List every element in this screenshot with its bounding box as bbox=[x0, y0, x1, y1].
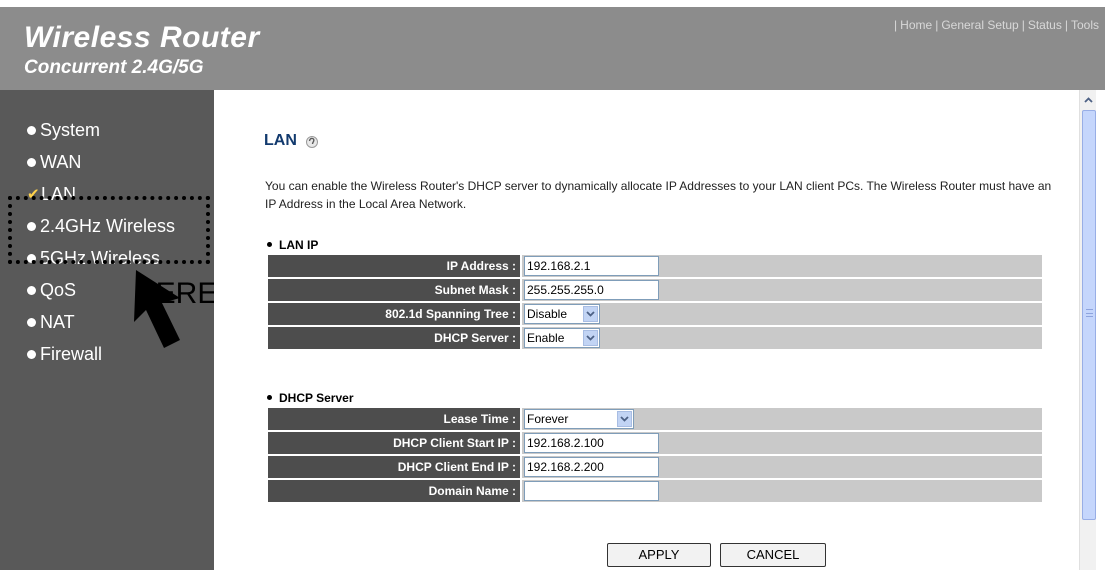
sidebar-item-lan[interactable]: ✔ LAN bbox=[27, 178, 175, 210]
here-annotation: HERE! bbox=[134, 277, 226, 310]
ip-address-label: IP Address : bbox=[268, 255, 520, 279]
grip-icon bbox=[1086, 309, 1093, 317]
form-row-dhcp-start-ip: DHCP Client Start IP : 192.168.2.100 bbox=[268, 432, 1042, 456]
sidebar-item-label: LAN bbox=[41, 183, 77, 204]
sidebar-item-label: 5GHz Wireless bbox=[40, 247, 161, 268]
dhcp-start-ip-input[interactable]: 192.168.2.100 bbox=[524, 433, 659, 453]
bullet-icon bbox=[27, 125, 36, 135]
subnet-mask-input[interactable]: 255.255.255.0 bbox=[524, 280, 659, 300]
sidebar: System WAN ✔ LAN 2.4GHz Wireless 5GHz Wi… bbox=[0, 90, 214, 570]
form-row-dhcp-end-ip: DHCP Client End IP : 192.168.2.200 bbox=[268, 456, 1042, 480]
cancel-button[interactable]: CANCEL bbox=[720, 543, 826, 567]
main-content: LAN You can enable the Wireless Router's… bbox=[214, 90, 1079, 570]
sidebar-item-label: System bbox=[40, 119, 101, 140]
brand-title: Wireless Router bbox=[24, 21, 260, 54]
nav-home-link[interactable]: Home bbox=[900, 18, 932, 32]
nav-tools-link[interactable]: Tools bbox=[1071, 18, 1099, 32]
apply-button[interactable]: APPLY bbox=[607, 543, 711, 567]
dhcp-end-ip-input[interactable]: 192.168.2.200 bbox=[524, 457, 659, 477]
page-description: You can enable the Wireless Router's DHC… bbox=[265, 179, 1052, 211]
form-row-dhcp-server: DHCP Server : Enable bbox=[268, 327, 1042, 351]
domain-name-input[interactable] bbox=[524, 481, 659, 501]
chevron-down-icon bbox=[583, 306, 598, 322]
dhcp-server-select[interactable]: Enable bbox=[524, 328, 600, 348]
sidebar-item-2-4ghz-wireless[interactable]: 2.4GHz Wireless bbox=[27, 210, 175, 242]
sidebar-item-label: QoS bbox=[40, 279, 77, 300]
spanning-tree-select[interactable]: Disable bbox=[524, 304, 600, 324]
bullet-icon bbox=[27, 317, 36, 327]
lease-time-select[interactable]: Forever bbox=[524, 409, 634, 429]
sidebar-item-label: WAN bbox=[40, 151, 82, 172]
brand-subtitle: Concurrent 2.4G/5G bbox=[24, 57, 204, 78]
top-navigation: | Home | General Setup | Status | Tools bbox=[894, 18, 1099, 32]
dhcp-end-ip-label: DHCP Client End IP : bbox=[268, 456, 520, 480]
bullet-icon bbox=[267, 395, 272, 401]
bullet-icon bbox=[27, 221, 36, 231]
dhcp-server-form: Lease Time : Forever DHCP Client Start I… bbox=[268, 408, 1042, 504]
lan-ip-form: IP Address : 192.168.2.1 Subnet Mask : 2… bbox=[268, 255, 1042, 351]
form-row-subnet-mask: Subnet Mask : 255.255.255.0 bbox=[268, 279, 1042, 303]
section-heading-dhcp-server: DHCP Server bbox=[267, 391, 353, 405]
sidebar-item-wan[interactable]: WAN bbox=[27, 146, 175, 178]
header: Wireless Router Concurrent 2.4G/5G | Home… bbox=[0, 0, 1105, 90]
nav-status-link[interactable]: Status bbox=[1028, 18, 1062, 32]
scroll-up-icon[interactable] bbox=[1081, 92, 1096, 107]
chevron-down-icon bbox=[617, 411, 632, 427]
sidebar-item-system[interactable]: System bbox=[27, 114, 175, 146]
domain-name-label: Domain Name : bbox=[268, 480, 520, 504]
form-row-ip-address: IP Address : 192.168.2.1 bbox=[268, 255, 1042, 279]
form-row-domain-name: Domain Name : bbox=[268, 480, 1042, 504]
sidebar-item-label: 2.4GHz Wireless bbox=[40, 215, 176, 236]
dhcp-start-ip-label: DHCP Client Start IP : bbox=[268, 432, 520, 456]
bullet-icon bbox=[267, 242, 272, 248]
vertical-scrollbar[interactable] bbox=[1079, 90, 1096, 570]
bullet-icon bbox=[27, 285, 36, 295]
page-title-text: LAN bbox=[264, 132, 297, 149]
checkmark-icon: ✔ bbox=[27, 186, 40, 203]
form-row-lease-time: Lease Time : Forever bbox=[268, 408, 1042, 432]
sidebar-item-label: Firewall bbox=[40, 343, 103, 364]
nav-general-setup-link[interactable]: General Setup bbox=[941, 18, 1018, 32]
sidebar-item-label: NAT bbox=[40, 311, 75, 332]
chevron-down-icon bbox=[583, 330, 598, 346]
spanning-tree-label: 802.1d Spanning Tree : bbox=[268, 303, 520, 327]
section-heading-lan-ip: LAN IP bbox=[267, 238, 318, 252]
subnet-mask-label: Subnet Mask : bbox=[268, 279, 520, 303]
lease-time-label: Lease Time : bbox=[268, 408, 520, 432]
bullet-icon bbox=[27, 157, 36, 167]
ip-address-input[interactable]: 192.168.2.1 bbox=[524, 256, 659, 276]
scroll-thumb[interactable] bbox=[1082, 110, 1096, 520]
bullet-icon bbox=[27, 253, 36, 263]
dhcp-server-label: DHCP Server : bbox=[268, 327, 520, 351]
page-title: LAN bbox=[264, 132, 321, 150]
bullet-icon bbox=[27, 349, 36, 359]
help-icon[interactable] bbox=[303, 134, 321, 148]
form-row-spanning-tree: 802.1d Spanning Tree : Disable bbox=[268, 303, 1042, 327]
